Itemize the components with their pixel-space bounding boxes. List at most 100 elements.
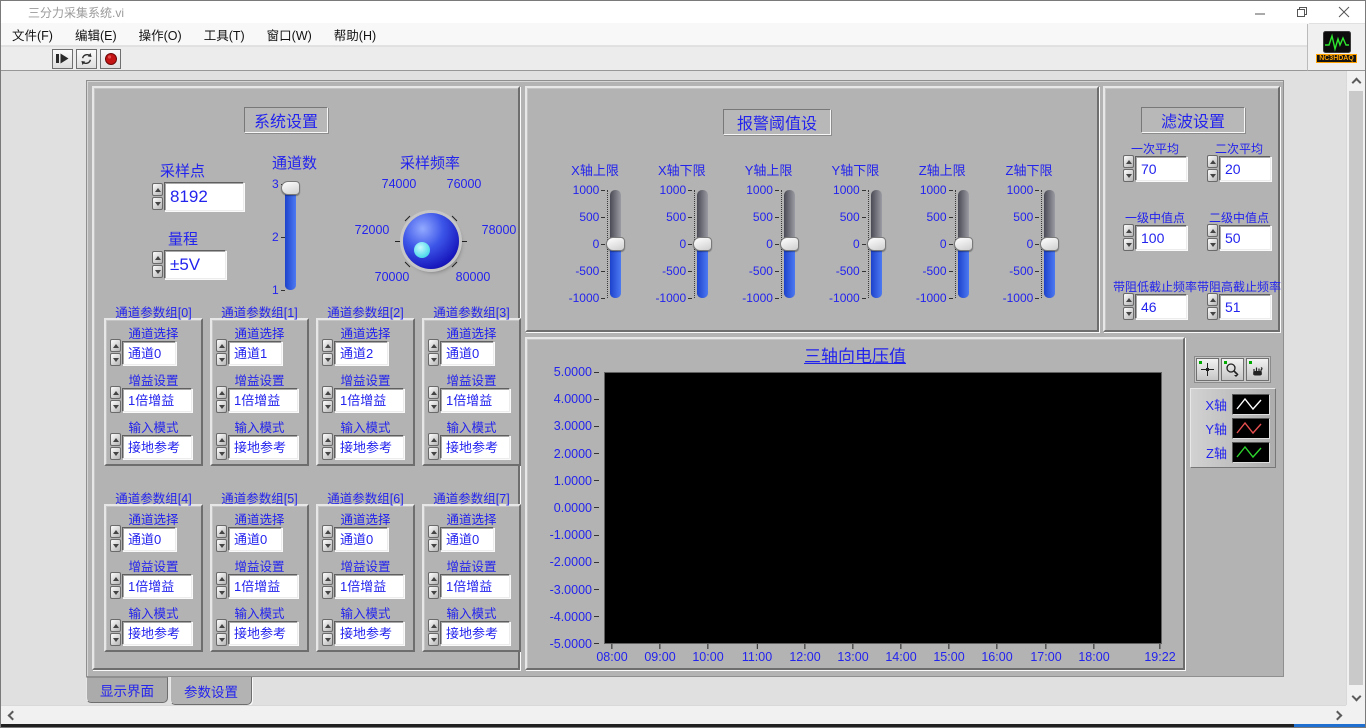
decrement-icon[interactable] <box>1207 238 1218 251</box>
menu-item[interactable]: 窗口(W) <box>256 22 323 47</box>
decrement-icon[interactable] <box>216 539 227 552</box>
decrement-icon[interactable] <box>216 400 227 413</box>
increment-icon[interactable] <box>1123 224 1134 237</box>
sample-rate-dial[interactable]: 700007200074000760007800080000 <box>354 168 514 298</box>
enum-spinner[interactable] <box>428 572 439 599</box>
enum-spinner[interactable] <box>110 339 121 366</box>
decrement-icon[interactable] <box>216 447 227 460</box>
filter-field-control[interactable]: 50 <box>1207 224 1271 251</box>
channel-select-field[interactable]: 通道0 <box>334 527 388 551</box>
enum-spinner[interactable] <box>322 572 333 599</box>
decrement-icon[interactable] <box>1207 169 1218 182</box>
scroll-down-button[interactable] <box>1348 689 1365 706</box>
input-mode-field[interactable]: 接地参考 <box>122 621 192 645</box>
input-mode-control[interactable]: 接地参考 <box>428 433 517 460</box>
decrement-icon[interactable] <box>110 633 121 646</box>
decrement-icon[interactable] <box>322 400 333 413</box>
slider-track[interactable] <box>784 190 795 298</box>
horizontal-scrollbar[interactable] <box>1 705 1348 724</box>
decrement-icon[interactable] <box>216 633 227 646</box>
input-mode-control[interactable]: 接地参考 <box>216 433 305 460</box>
channel-select-control[interactable]: 通道0 <box>110 525 199 552</box>
filter-field-value[interactable]: 51 <box>1219 294 1271 319</box>
numeric-spinner[interactable] <box>1123 293 1134 320</box>
gain-control[interactable]: 1倍增益 <box>428 572 517 599</box>
input-mode-control[interactable]: 接地参考 <box>428 619 517 646</box>
filter-field-value[interactable]: 70 <box>1135 156 1187 181</box>
enum-spinner[interactable] <box>322 433 333 460</box>
slider-thumb[interactable] <box>1040 237 1059 251</box>
enum-spinner[interactable] <box>216 525 227 552</box>
gain-control[interactable]: 1倍增益 <box>428 386 517 413</box>
enum-spinner[interactable] <box>428 433 439 460</box>
decrement-icon[interactable] <box>428 353 439 366</box>
zoom-tool-button[interactable] <box>1221 358 1244 381</box>
decrement-icon[interactable] <box>152 197 163 210</box>
abort-button[interactable] <box>100 49 121 69</box>
enum-spinner[interactable] <box>110 386 121 413</box>
gain-field[interactable]: 1倍增益 <box>122 574 192 598</box>
channel-count-slider[interactable]: 321 <box>272 178 296 296</box>
numeric-spinner[interactable] <box>1123 224 1134 251</box>
increment-icon[interactable] <box>322 619 333 632</box>
filter-field-value[interactable]: 46 <box>1135 294 1187 319</box>
menu-item[interactable]: 文件(F) <box>1 22 64 47</box>
slider-track[interactable] <box>697 190 708 298</box>
numeric-spinner[interactable] <box>1123 155 1134 182</box>
scroll-left-button[interactable] <box>2 707 19 724</box>
channel-select-field[interactable]: 通道0 <box>440 341 494 365</box>
slider-track[interactable] <box>610 190 621 298</box>
input-mode-control[interactable]: 接地参考 <box>110 433 199 460</box>
decrement-icon[interactable] <box>322 447 333 460</box>
increment-icon[interactable] <box>428 525 439 538</box>
channel-select-control[interactable]: 通道0 <box>428 339 517 366</box>
legend-plot-sample[interactable] <box>1232 442 1270 463</box>
menu-item[interactable]: 编辑(E) <box>64 22 128 47</box>
increment-icon[interactable] <box>428 339 439 352</box>
decrement-icon[interactable] <box>322 353 333 366</box>
enum-spinner[interactable] <box>428 339 439 366</box>
enum-spinner[interactable] <box>428 619 439 646</box>
decrement-icon[interactable] <box>428 400 439 413</box>
decrement-icon[interactable] <box>110 400 121 413</box>
gain-field[interactable]: 1倍增益 <box>122 388 192 412</box>
vertical-scrollbar-thumb[interactable] <box>1349 91 1363 685</box>
gain-control[interactable]: 1倍增益 <box>110 386 199 413</box>
increment-icon[interactable] <box>216 433 227 446</box>
increment-icon[interactable] <box>110 525 121 538</box>
channel-select-control[interactable]: 通道0 <box>110 339 199 366</box>
decrement-icon[interactable] <box>322 586 333 599</box>
vi-icon[interactable] <box>1323 31 1351 53</box>
increment-icon[interactable] <box>110 339 121 352</box>
decrement-icon[interactable] <box>152 265 163 278</box>
input-mode-field[interactable]: 接地参考 <box>334 435 404 459</box>
threshold-slider[interactable]: X轴上限 10005000-500-1000 <box>553 160 637 306</box>
pan-tool-button[interactable] <box>1246 358 1269 381</box>
numeric-spinner[interactable] <box>1207 224 1218 251</box>
increment-icon[interactable] <box>152 183 163 196</box>
channel-select-control[interactable]: 通道1 <box>216 339 305 366</box>
chart-plot-area[interactable] <box>604 372 1162 644</box>
increment-icon[interactable] <box>1207 155 1218 168</box>
increment-icon[interactable] <box>110 619 121 632</box>
filter-field-control[interactable]: 46 <box>1123 293 1187 320</box>
decrement-icon[interactable] <box>110 353 121 366</box>
decrement-icon[interactable] <box>110 539 121 552</box>
cursor-tool-button[interactable] <box>1196 358 1219 381</box>
slider-track[interactable] <box>958 190 969 298</box>
slider-thumb[interactable] <box>867 237 886 251</box>
legend-plot-sample[interactable] <box>1232 394 1270 415</box>
enum-spinner[interactable] <box>322 339 333 366</box>
scroll-up-button[interactable] <box>1348 72 1365 89</box>
menu-item[interactable]: 操作(O) <box>128 22 193 47</box>
channel-select-control[interactable]: 通道0 <box>428 525 517 552</box>
slider-thumb[interactable] <box>780 237 799 251</box>
filter-field-value[interactable]: 20 <box>1219 156 1271 181</box>
numeric-spinner[interactable] <box>1207 155 1218 182</box>
decrement-icon[interactable] <box>110 447 121 460</box>
menu-item[interactable]: 帮助(H) <box>323 22 387 47</box>
gain-control[interactable]: 1倍增益 <box>216 572 305 599</box>
gain-field[interactable]: 1倍增益 <box>228 388 298 412</box>
gain-field[interactable]: 1倍增益 <box>334 574 404 598</box>
input-mode-control[interactable]: 接地参考 <box>322 619 411 646</box>
